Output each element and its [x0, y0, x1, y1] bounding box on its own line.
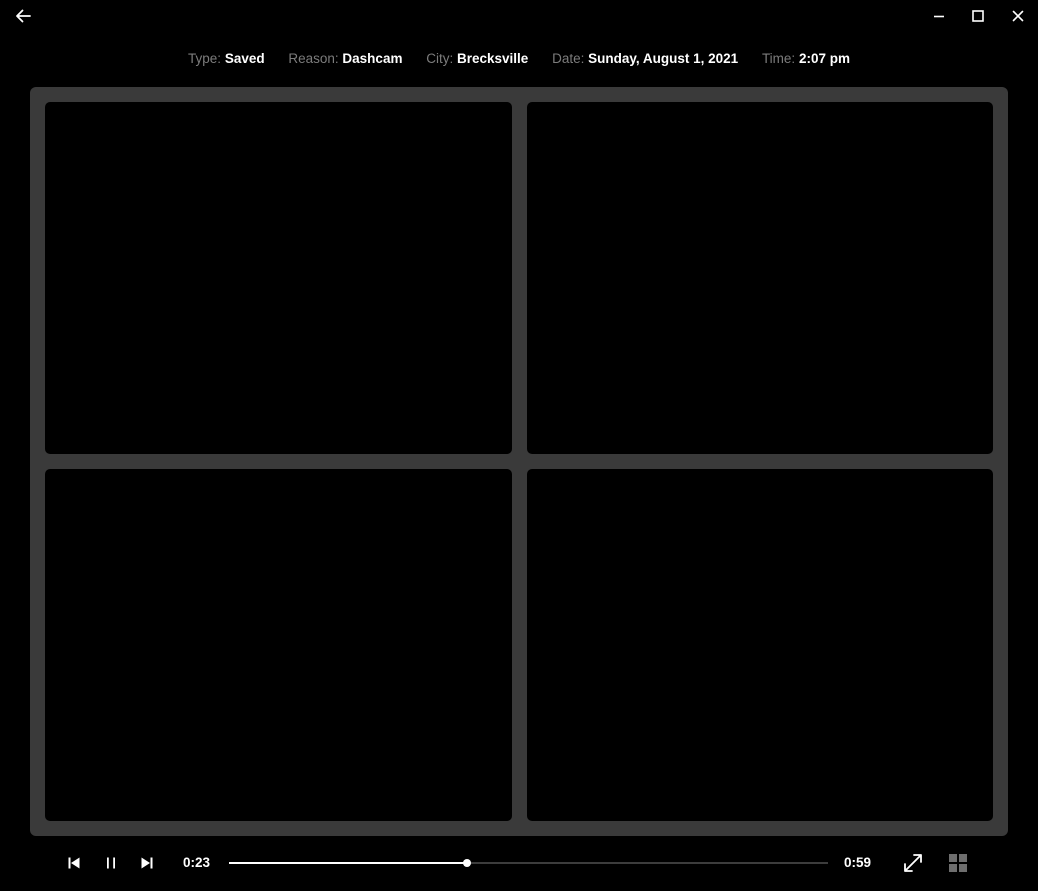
reason-label: Reason:: [288, 51, 339, 66]
reason-value: Dashcam: [342, 51, 403, 66]
meta-city: City: Brecksville: [426, 51, 528, 66]
meta-time: Time: 2:07 pm: [762, 51, 850, 66]
camera-view-right[interactable]: [527, 469, 993, 821]
layout-button[interactable]: [945, 850, 971, 876]
skip-previous-button[interactable]: [63, 851, 85, 875]
minimize-icon: [934, 15, 944, 18]
timeline-progress: [229, 862, 467, 864]
grid-layout-icon: [949, 854, 967, 872]
fullscreen-button[interactable]: [900, 850, 926, 876]
maximize-button[interactable]: [964, 3, 992, 29]
camera-view-front[interactable]: [45, 102, 512, 454]
expand-icon: [904, 854, 922, 872]
city-value: Brecksville: [457, 51, 529, 66]
city-label: City:: [426, 51, 454, 66]
close-icon: [1012, 10, 1024, 22]
pause-icon: [107, 857, 115, 869]
skip-next-button[interactable]: [136, 851, 158, 875]
date-label: Date:: [552, 51, 585, 66]
minimize-button[interactable]: [925, 3, 953, 29]
arrow-left-icon: [16, 9, 31, 23]
time-label: Time:: [761, 51, 796, 66]
type-value: Saved: [224, 51, 265, 66]
time-value: 2:07 pm: [798, 51, 850, 66]
timeline-scrubber[interactable]: [229, 856, 828, 870]
skip-next-icon: [141, 857, 153, 869]
meta-reason: Reason: Dashcam: [288, 51, 402, 66]
timeline-handle[interactable]: [462, 859, 471, 867]
type-label: Type:: [188, 51, 222, 66]
current-time: 0:23: [183, 855, 211, 870]
date-value: Sunday, August 1, 2021: [588, 51, 739, 66]
camera-view-left[interactable]: [45, 469, 512, 821]
close-button[interactable]: [1004, 3, 1032, 29]
pause-button[interactable]: [100, 851, 122, 875]
meta-type: Type: Saved: [188, 51, 265, 66]
total-time: 0:59: [844, 855, 872, 870]
camera-view-back[interactable]: [527, 102, 993, 454]
back-button[interactable]: [8, 3, 38, 29]
camera-viewer: [30, 87, 1008, 836]
skip-previous-icon: [68, 857, 80, 869]
clip-metadata: Type: Saved Reason: Dashcam City: Brecks…: [0, 51, 1038, 66]
maximize-icon: [972, 10, 984, 22]
meta-date: Date: Sunday, August 1, 2021: [552, 51, 738, 66]
